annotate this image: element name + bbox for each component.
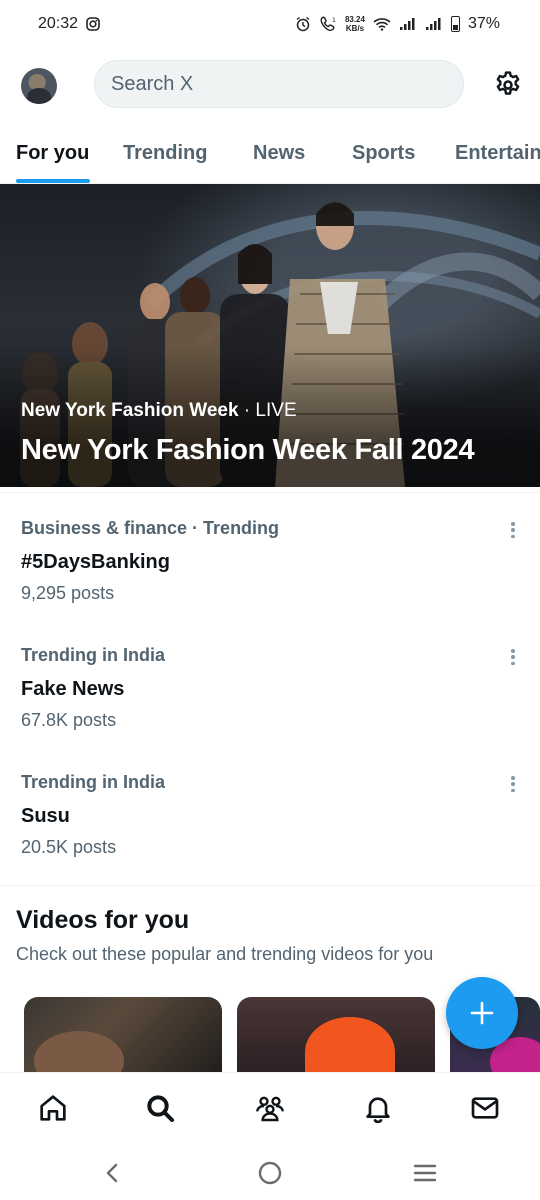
status-time: 20:32: [38, 15, 79, 32]
battery-percentage: 37%: [467, 15, 500, 32]
search-input[interactable]: Search X: [94, 60, 464, 108]
call-icon: 1: [319, 16, 337, 32]
alarm-icon: [295, 16, 311, 32]
tab-for-you[interactable]: For you: [16, 142, 89, 165]
trend-post-count: 20.5K posts: [21, 837, 117, 857]
system-nav-bar: [0, 1144, 540, 1200]
messages-icon[interactable]: [468, 1091, 502, 1125]
search-placeholder: Search X: [111, 72, 194, 95]
tab-trending[interactable]: Trending: [123, 142, 207, 165]
instagram-icon: [86, 17, 100, 31]
hero-title: New York Fashion Week Fall 2024: [21, 434, 475, 466]
home-icon[interactable]: [36, 1091, 70, 1125]
trend-post-count: 67.8K posts: [21, 710, 117, 730]
notifications-icon[interactable]: [361, 1091, 395, 1125]
network-speed-unit: KB/s: [345, 24, 365, 33]
network-speed-value: 83.24: [344, 15, 365, 24]
videos-section-title: Videos for you: [16, 906, 190, 934]
signal-icon-sim2: [425, 17, 443, 31]
divider: [0, 885, 540, 886]
hero-separator: ·: [238, 400, 256, 421]
videos-section-subtitle: Check out these popular and trending vid…: [16, 944, 434, 964]
search-icon[interactable]: [143, 1091, 177, 1125]
more-options-icon[interactable]: [505, 520, 521, 540]
communities-icon[interactable]: [253, 1091, 287, 1125]
hero-event-card[interactable]: New York Fashion Week · LIVE New York Fa…: [0, 184, 540, 487]
settings-gear-icon[interactable]: [493, 70, 523, 100]
divider: [0, 492, 540, 493]
more-options-icon[interactable]: [505, 647, 521, 667]
home-circle-icon[interactable]: [255, 1158, 285, 1188]
plus-icon: [470, 1001, 494, 1025]
trend-meta: Business & finance · Trending: [21, 518, 280, 538]
tab-news[interactable]: News: [253, 142, 305, 165]
trend-meta: Trending in India: [21, 772, 165, 792]
explore-tabs: For you Trending News Sports Entertainme…: [0, 132, 540, 184]
hero-live-status: LIVE: [255, 400, 297, 421]
video-thumbnail[interactable]: [237, 997, 435, 1077]
signal-icon-sim1: [399, 17, 417, 31]
compose-button[interactable]: [446, 977, 518, 1049]
bottom-nav: [0, 1072, 540, 1144]
trend-item[interactable]: Trending in India Fake News 67.8K posts: [0, 645, 540, 755]
video-thumbnail[interactable]: [24, 997, 222, 1077]
recents-menu-icon[interactable]: [410, 1158, 440, 1188]
trend-name: Fake News: [21, 678, 125, 700]
back-icon[interactable]: [98, 1158, 128, 1188]
tab-entertainment[interactable]: Entertainment: [455, 142, 540, 165]
trend-name: #5DaysBanking: [21, 551, 170, 573]
trend-name: Susu: [21, 805, 70, 827]
avatar[interactable]: [21, 68, 57, 104]
hero-meta: New York Fashion Week · LIVE: [21, 400, 297, 422]
svg-text:1: 1: [332, 17, 336, 24]
trend-item[interactable]: Business & finance · Trending #5DaysBank…: [0, 518, 540, 628]
battery-icon: [450, 16, 460, 32]
tab-sports[interactable]: Sports: [352, 142, 415, 165]
top-bar: Search X: [0, 58, 540, 114]
network-speed: 83.24 KB/s: [345, 15, 365, 33]
trend-meta: Trending in India: [21, 645, 165, 665]
more-options-icon[interactable]: [505, 774, 521, 794]
active-tab-indicator: [16, 179, 90, 183]
hero-category: New York Fashion Week: [21, 400, 239, 421]
wifi-icon: [373, 17, 391, 31]
status-bar: 20:32 1 83.24 KB/s 37%: [0, 0, 540, 48]
trend-post-count: 9,295 posts: [21, 583, 115, 603]
trend-item[interactable]: Trending in India Susu 20.5K posts: [0, 772, 540, 882]
